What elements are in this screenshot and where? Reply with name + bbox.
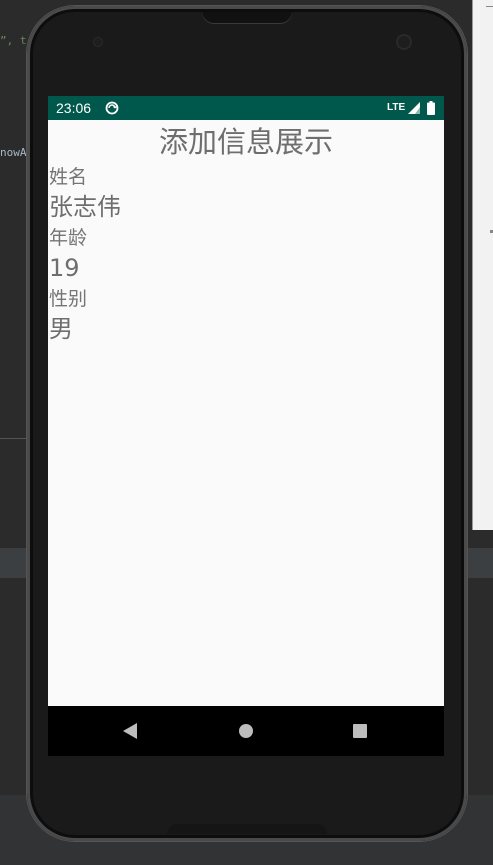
- name-value: 张志伟: [49, 193, 121, 221]
- age-value: 19: [49, 254, 80, 282]
- phone-sensor-icon: [93, 37, 103, 47]
- ide-right-pane[interactable]: [472, 0, 493, 530]
- phone-camera-icon: [396, 34, 412, 50]
- status-bar: 23:06 LTE: [48, 96, 444, 120]
- info-display-activity: 添加信息展示 姓名 张志伟 年龄 19 性别 男: [48, 120, 444, 706]
- gender-label: 性别: [49, 288, 88, 310]
- back-triangle-icon[interactable]: [123, 723, 137, 739]
- sync-icon: [105, 101, 119, 115]
- recents-square-icon[interactable]: [353, 724, 367, 738]
- battery-icon: [427, 101, 435, 115]
- gender-value: 男: [49, 315, 73, 343]
- phone-speaker: [202, 12, 292, 24]
- ide-code-line: nowA: [0, 146, 27, 159]
- home-circle-icon[interactable]: [239, 724, 253, 738]
- ide-divider: [0, 438, 30, 439]
- signal-icon: [408, 102, 420, 114]
- ide-right-pane-mark: [486, 6, 493, 7]
- page-title: 添加信息展示: [158, 125, 333, 159]
- navigation-bar: [48, 706, 444, 756]
- status-network: LTE: [387, 102, 406, 113]
- phone-screen: 23:06 LTE 添加信息展示 姓名 张志伟 年龄 19 性别 男: [48, 96, 444, 756]
- age-label: 年龄: [49, 227, 88, 249]
- phone-bottom-edge: [167, 824, 327, 834]
- name-label: 姓名: [49, 166, 88, 188]
- ide-code-line: ”, t: [0, 34, 27, 47]
- status-time: 23:06: [56, 100, 92, 116]
